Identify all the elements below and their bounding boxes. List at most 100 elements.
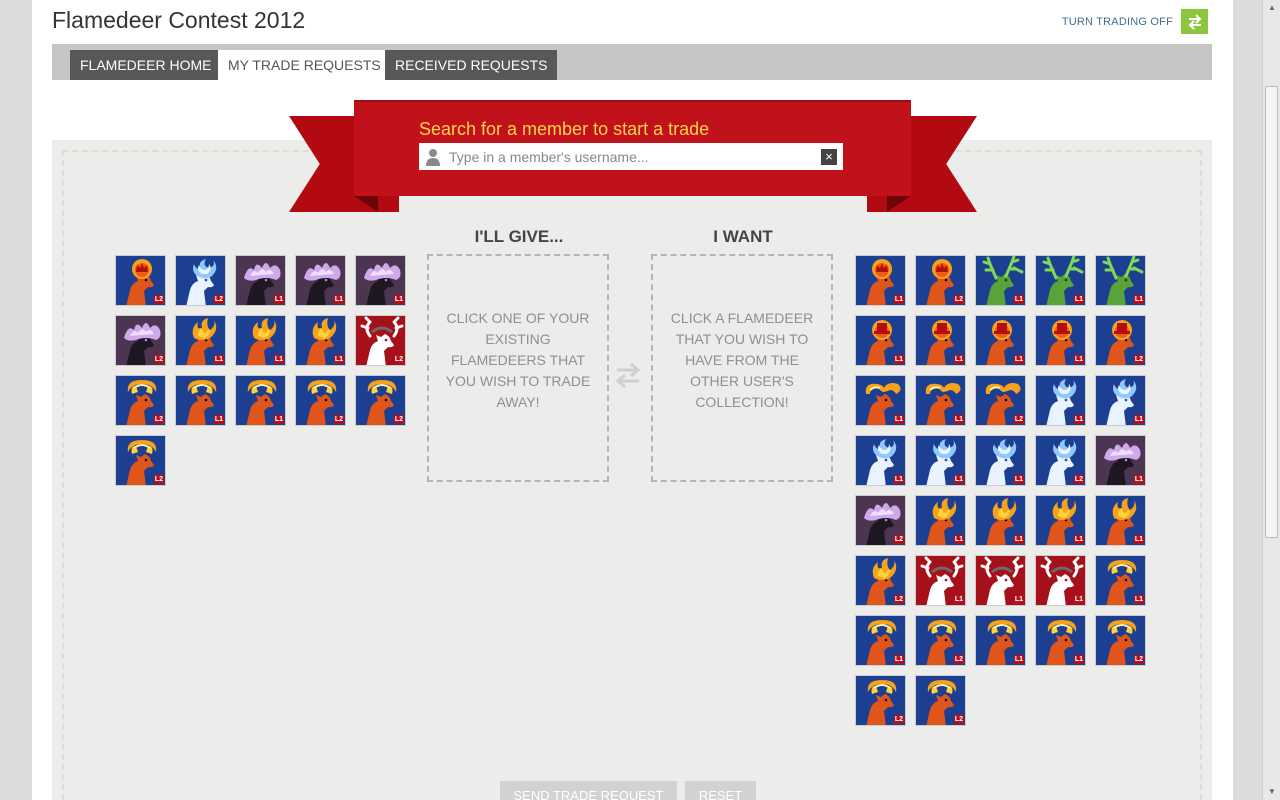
scroll-up-arrow-icon[interactable]: ▲ xyxy=(1263,0,1280,16)
their-flamedeer-tile[interactable]: L1 xyxy=(1095,495,1146,546)
level-badge: L2 xyxy=(953,655,964,664)
level-badge: L1 xyxy=(1133,475,1144,484)
my-flamedeer-tile[interactable]: L1 xyxy=(355,255,406,306)
their-flamedeer-tile[interactable]: L1 xyxy=(975,615,1026,666)
clear-search-icon[interactable]: × xyxy=(821,148,837,165)
their-flamedeer-tile[interactable]: L2 xyxy=(855,555,906,606)
their-flamedeer-tile[interactable]: L1 xyxy=(855,255,906,306)
my-flamedeer-tile[interactable]: L1 xyxy=(235,255,286,306)
my-flamedeer-tile[interactable]: L1 xyxy=(235,375,286,426)
their-flamedeer-tile[interactable]: L1 xyxy=(915,435,966,486)
their-flamedeer-tile[interactable]: L1 xyxy=(915,495,966,546)
member-search-input[interactable] xyxy=(447,143,821,170)
level-badge: L1 xyxy=(393,295,404,304)
tab-my-trade-requests[interactable]: MY TRADE REQUESTS xyxy=(218,50,391,80)
level-badge: L1 xyxy=(333,295,344,304)
reset-button[interactable]: RESET xyxy=(685,781,756,800)
their-flamedeer-tile[interactable]: L1 xyxy=(1035,375,1086,426)
their-flamedeer-tile[interactable]: L1 xyxy=(855,315,906,366)
their-flamedeer-tile[interactable]: L2 xyxy=(1095,615,1146,666)
scroll-thumb[interactable] xyxy=(1265,86,1278,538)
their-flamedeer-tile[interactable]: L1 xyxy=(1095,255,1146,306)
their-flamedeer-tile[interactable]: L1 xyxy=(1095,555,1146,606)
their-flamedeer-tile[interactable]: L1 xyxy=(1095,435,1146,486)
their-flamedeer-tile[interactable]: L1 xyxy=(975,315,1026,366)
their-flamedeer-tile[interactable]: L1 xyxy=(855,615,906,666)
my-flamedeer-tile[interactable]: L2 xyxy=(295,375,346,426)
want-slot[interactable]: CLICK A FLAMEDEER THAT YOU WISH TO HAVE … xyxy=(651,254,833,482)
tab-received-requests[interactable]: RECEIVED REQUESTS xyxy=(385,50,558,80)
scroll-down-arrow-icon[interactable]: ▼ xyxy=(1263,784,1280,800)
level-badge: L2 xyxy=(893,535,904,544)
level-badge: L1 xyxy=(953,415,964,424)
my-flamedeer-tile[interactable]: L2 xyxy=(355,375,406,426)
their-flamedeer-tile[interactable]: L1 xyxy=(975,495,1026,546)
level-badge: L1 xyxy=(333,355,344,364)
their-flamedeer-tile[interactable]: L1 xyxy=(915,315,966,366)
level-badge: L1 xyxy=(1013,655,1024,664)
level-badge: L1 xyxy=(1133,595,1144,604)
level-badge: L1 xyxy=(1133,535,1144,544)
my-flamedeer-tile[interactable]: L1 xyxy=(175,315,226,366)
trading-toggle-label: TURN TRADING OFF xyxy=(1061,15,1173,28)
their-flamedeer-tile[interactable]: L2 xyxy=(915,675,966,726)
want-instruction: CLICK A FLAMEDEER THAT YOU WISH TO HAVE … xyxy=(670,310,814,410)
my-flamedeer-tile[interactable]: L2 xyxy=(355,315,406,366)
my-flamedeer-tile[interactable]: L2 xyxy=(115,435,166,486)
my-flamedeer-tile[interactable]: L1 xyxy=(295,315,346,366)
my-flamedeer-tile[interactable]: L2 xyxy=(175,255,226,306)
level-badge: L1 xyxy=(953,535,964,544)
level-badge: L1 xyxy=(893,475,904,484)
level-badge: L1 xyxy=(893,415,904,424)
turn-trading-off-button[interactable]: TURN TRADING OFF xyxy=(1062,9,1208,34)
my-flamedeer-tile[interactable]: L2 xyxy=(115,375,166,426)
level-badge: L1 xyxy=(1073,355,1084,364)
their-flamedeer-tile[interactable]: L1 xyxy=(975,435,1026,486)
their-flamedeer-tile[interactable]: L1 xyxy=(1095,375,1146,426)
level-badge: L2 xyxy=(153,355,164,364)
their-flamedeer-tile[interactable]: L1 xyxy=(1035,615,1086,666)
level-badge: L1 xyxy=(1073,595,1084,604)
my-flamedeer-tile[interactable]: L1 xyxy=(175,375,226,426)
their-flamedeer-tile[interactable]: L2 xyxy=(1095,315,1146,366)
swap-arrows-icon xyxy=(1181,9,1208,34)
tab-flamedeer-home[interactable]: FLAMEDEER HOME xyxy=(70,50,222,80)
level-badge: L2 xyxy=(393,415,404,424)
their-flamedeer-tile[interactable]: L1 xyxy=(855,435,906,486)
their-flamedeer-tile[interactable]: L1 xyxy=(1035,555,1086,606)
level-badge: L1 xyxy=(1013,475,1024,484)
send-trade-request-button[interactable]: SEND TRADE REQUEST xyxy=(500,781,677,800)
level-badge: L2 xyxy=(153,415,164,424)
give-slot[interactable]: CLICK ONE OF YOUR EXISTING FLAMEDEERS TH… xyxy=(427,254,609,482)
their-flamedeer-tile[interactable]: L1 xyxy=(1035,495,1086,546)
my-flamedeer-tile[interactable]: L2 xyxy=(115,255,166,306)
level-badge: L1 xyxy=(1073,655,1084,664)
their-flamedeer-tile[interactable]: L1 xyxy=(975,255,1026,306)
level-badge: L2 xyxy=(893,715,904,724)
level-badge: L1 xyxy=(273,295,284,304)
level-badge: L1 xyxy=(893,295,904,304)
level-badge: L2 xyxy=(893,595,904,604)
their-flamedeer-tile[interactable]: L2 xyxy=(855,495,906,546)
their-flamedeer-tile[interactable]: L1 xyxy=(975,555,1026,606)
level-badge: L1 xyxy=(1073,295,1084,304)
level-badge: L1 xyxy=(1013,355,1024,364)
my-flamedeer-tile[interactable]: L2 xyxy=(115,315,166,366)
their-flamedeer-tile[interactable]: L1 xyxy=(915,375,966,426)
their-flamedeer-tile[interactable]: L1 xyxy=(855,375,906,426)
their-flamedeer-tile[interactable]: L2 xyxy=(915,615,966,666)
their-flamedeer-tile[interactable]: L2 xyxy=(855,675,906,726)
level-badge: L1 xyxy=(1013,595,1024,604)
their-flamedeer-tile[interactable]: L2 xyxy=(1035,435,1086,486)
my-flamedeer-tile[interactable]: L1 xyxy=(235,315,286,366)
their-flamedeer-tile[interactable]: L1 xyxy=(915,555,966,606)
their-flamedeer-tile[interactable]: L1 xyxy=(1035,315,1086,366)
their-flamedeer-tile[interactable]: L2 xyxy=(975,375,1026,426)
level-badge: L1 xyxy=(893,655,904,664)
level-badge: L2 xyxy=(1013,415,1024,424)
their-flamedeer-tile[interactable]: L1 xyxy=(1035,255,1086,306)
their-flamedeer-tile[interactable]: L2 xyxy=(915,255,966,306)
page-container: Flamedeer Contest 2012 TURN TRADING OFF … xyxy=(32,0,1233,800)
page-scrollbar[interactable]: ▲ ▼ xyxy=(1262,0,1280,800)
my-flamedeer-tile[interactable]: L1 xyxy=(295,255,346,306)
